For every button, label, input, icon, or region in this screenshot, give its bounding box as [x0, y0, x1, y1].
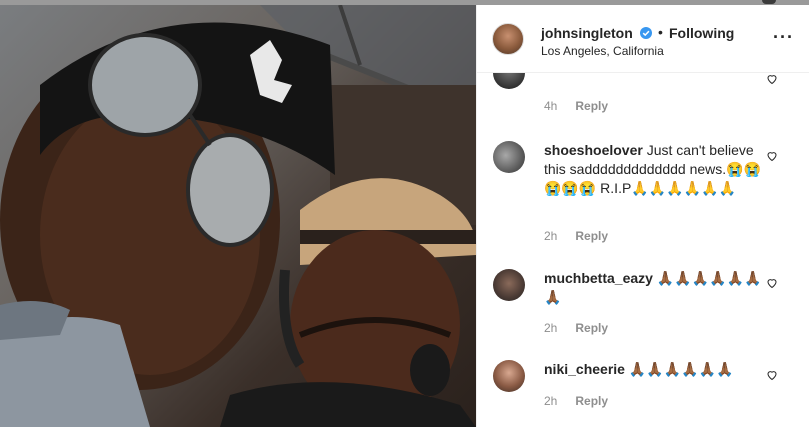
- comment-text: 🙏🏾🙏🏾🙏🏾🙏🏾🙏🏾🙏🏾: [628, 361, 734, 377]
- verified-badge-icon: [640, 27, 652, 39]
- post-side-panel: johnsingleton • Following Los Angeles, C…: [476, 5, 809, 427]
- post-photo[interactable]: [0, 5, 476, 427]
- heart-icon[interactable]: [766, 369, 778, 381]
- reply-button[interactable]: Reply: [575, 394, 608, 408]
- commenter-username[interactable]: niki_cheerie: [544, 361, 625, 377]
- window-control[interactable]: [762, 0, 776, 4]
- more-options-icon[interactable]: ···: [773, 27, 794, 48]
- comment-time[interactable]: 2h: [544, 394, 557, 408]
- commenter-username[interactable]: muchbetta_eazy: [544, 270, 653, 286]
- comment-meta: 2h Reply: [544, 394, 608, 408]
- comment-meta: 2h Reply: [544, 229, 608, 243]
- comment-item: muchbetta_eazy 🙏🏾🙏🏾🙏🏾🙏🏾🙏🏾🙏🏾🙏🏾 2h Reply: [477, 263, 809, 338]
- follow-button[interactable]: Following: [669, 25, 734, 41]
- comment-meta: 2h Reply: [544, 321, 608, 335]
- header-separator: •: [658, 24, 663, 40]
- comment-body: muchbetta_eazy 🙏🏾🙏🏾🙏🏾🙏🏾🙏🏾🙏🏾🙏🏾: [544, 269, 776, 307]
- heart-icon[interactable]: [766, 150, 778, 162]
- comment-time[interactable]: 2h: [544, 321, 557, 335]
- comments-list: famoustaa 4hReply shoeshoelover Just can…: [477, 57, 809, 427]
- author-username[interactable]: johnsingleton: [541, 25, 633, 41]
- comment-item: niki_cheerie 🙏🏾🙏🏾🙏🏾🙏🏾🙏🏾🙏🏾 2h Reply: [477, 354, 809, 427]
- comment-body: shoeshoelover Just can't believe this sa…: [544, 141, 776, 198]
- reply-button[interactable]: Reply: [575, 99, 608, 113]
- photo-illustration: [0, 5, 476, 427]
- commenter-username[interactable]: shoeshoelover: [544, 142, 643, 158]
- heart-icon[interactable]: [766, 277, 778, 289]
- reply-button[interactable]: Reply: [575, 229, 608, 243]
- commenter-avatar[interactable]: [493, 360, 525, 392]
- post-header: johnsingleton • Following Los Angeles, C…: [477, 5, 809, 73]
- comment-time[interactable]: 4h: [544, 99, 557, 113]
- comment-meta: 4h Reply: [544, 99, 608, 113]
- comment-item: shoeshoelover Just can't believe this sa…: [477, 135, 809, 243]
- heart-icon[interactable]: [766, 73, 778, 85]
- commenter-avatar[interactable]: [493, 269, 525, 301]
- comment-time[interactable]: 2h: [544, 229, 557, 243]
- location-link[interactable]: Los Angeles, California: [541, 44, 664, 58]
- comment-body: niki_cheerie 🙏🏾🙏🏾🙏🏾🙏🏾🙏🏾🙏🏾: [544, 360, 776, 379]
- commenter-avatar[interactable]: [493, 141, 525, 173]
- author-avatar[interactable]: [492, 23, 524, 55]
- reply-button[interactable]: Reply: [575, 321, 608, 335]
